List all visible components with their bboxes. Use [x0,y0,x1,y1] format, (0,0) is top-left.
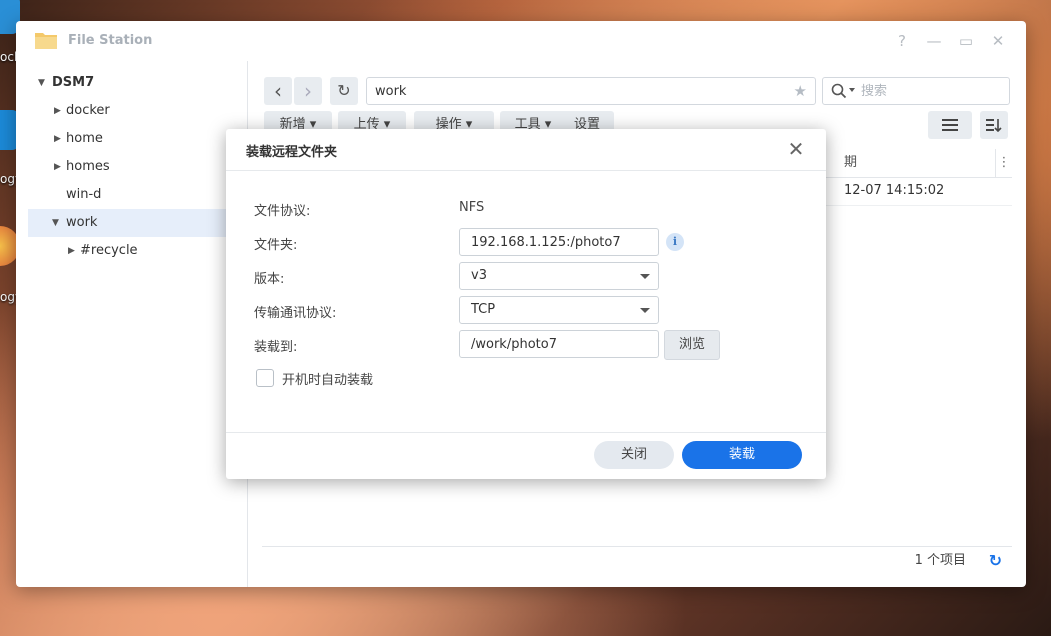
search-icon[interactable] [831,83,847,99]
protocol-value: NFS [459,200,485,215]
item-count: 1 个项目 [914,553,966,568]
caret-down-icon[interactable]: ▼ [52,209,59,237]
back-button[interactable]: ‹ [264,77,292,105]
tree-item-docker[interactable]: ▶ docker [16,97,247,125]
close-button[interactable]: 关闭 [594,441,674,469]
caret-right-icon[interactable]: ▶ [68,237,75,265]
maximize-icon[interactable]: ▭ [956,31,976,51]
folder-icon [35,33,57,49]
mount-to-label: 装载到: [254,340,298,355]
list-view-icon [942,119,958,131]
transport-label: 传输通讯协议: [254,306,337,321]
tree-item-label: docker [66,103,110,118]
protocol-label: 文件协议: [254,204,311,219]
sort-button[interactable] [980,111,1008,139]
search-box[interactable] [822,77,1010,105]
dialog-header-divider [226,170,826,171]
caret-right-icon[interactable]: ▶ [54,125,61,153]
version-select[interactable]: v3 [459,262,659,290]
folder-input[interactable] [460,229,652,255]
tree-item-label: home [66,131,103,146]
version-selected: v3 [471,268,487,283]
search-input[interactable] [861,78,981,104]
status-bar: 1 个项目 ↻ [262,546,1012,575]
sort-icon [986,119,1002,133]
tree-item-homes[interactable]: ▶ homes [16,153,247,181]
star-icon[interactable]: ★ [794,82,807,100]
window-titlebar[interactable]: File Station ? — ▭ ✕ [16,21,1026,61]
caret-right-icon[interactable]: ▶ [54,97,61,125]
dialog-footer-divider [226,432,826,433]
folder-label: 文件夹: [254,238,298,253]
dialog-title: 装载远程文件夹 [246,145,338,160]
close-window-icon[interactable]: ✕ [988,31,1008,51]
path-bar[interactable]: ★ [366,77,816,105]
mount-button[interactable]: 装载 [682,441,802,469]
auto-mount-checkbox[interactable] [256,369,274,387]
tree-item-work[interactable]: ▼ work [28,209,247,237]
mount-to-field[interactable] [459,330,659,358]
row-date: 12-07 14:15:02 [844,183,945,198]
mount-remote-folder-dialog: 装载远程文件夹 ✕ 文件协议: NFS 文件夹: i 版本: v3 传输通讯协议… [226,129,826,479]
view-mode-button[interactable] [928,111,972,139]
tree-item-label: homes [66,159,110,174]
column-menu-icon[interactable]: ⋮ [995,149,1012,177]
version-label: 版本: [254,272,285,287]
close-icon[interactable]: ✕ [784,137,808,161]
tree-item-win-d[interactable]: win-d [16,181,247,209]
dropdown-arrow-icon[interactable] [640,274,650,279]
caret-down-icon[interactable]: ▼ [38,69,45,97]
tree-root-dsm7[interactable]: ▼ DSM7 [16,69,247,97]
caret-right-icon[interactable]: ▶ [54,153,61,181]
tree-item-home[interactable]: ▶ home [16,125,247,153]
refresh-icon[interactable]: ↻ [989,547,1002,575]
folder-tree: ▼ DSM7 ▶ docker ▶ home ▶ homes win-d ▼ w… [16,61,248,587]
window-title: File Station [68,33,153,48]
help-icon[interactable]: ? [892,31,912,51]
tree-item-recycle[interactable]: ▶ #recycle [16,237,247,265]
mount-to-input[interactable] [460,331,652,357]
tree-root-label: DSM7 [52,75,95,90]
dropdown-arrow-icon[interactable] [640,308,650,313]
tree-item-label: #recycle [80,243,138,258]
info-icon[interactable]: i [666,233,684,251]
auto-mount-label[interactable]: 开机时自动装载 [282,369,373,388]
tree-item-label: work [66,215,98,230]
path-input[interactable] [367,78,783,104]
chevron-down-icon[interactable] [849,88,855,92]
transport-select[interactable]: TCP [459,296,659,324]
column-header-date[interactable]: 期 [844,149,857,177]
browse-button[interactable]: 浏览 [664,330,720,360]
tree-item-label: win-d [66,187,102,202]
forward-button[interactable]: › [294,77,322,105]
transport-selected: TCP [471,302,496,317]
folder-field[interactable] [459,228,659,256]
minimize-icon[interactable]: — [924,31,944,51]
refresh-button[interactable]: ↻ [330,77,358,105]
